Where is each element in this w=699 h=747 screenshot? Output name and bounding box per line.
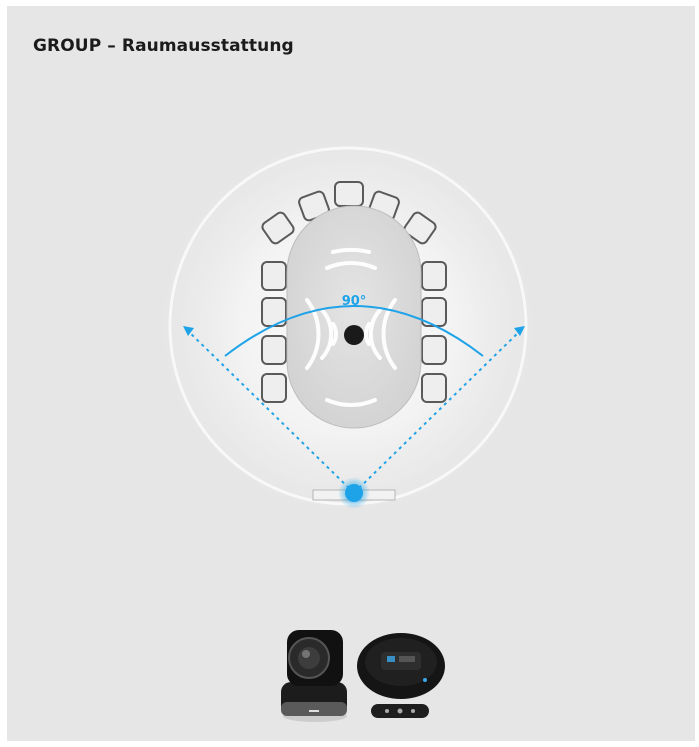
chair bbox=[261, 373, 287, 403]
chair bbox=[261, 261, 287, 291]
chair bbox=[334, 181, 364, 207]
chair bbox=[261, 335, 287, 365]
room-setup-card: GROUP – Raumausstattung 90° bbox=[7, 6, 695, 741]
speakerphone-icon bbox=[344, 325, 364, 345]
camera-dot bbox=[345, 484, 363, 502]
fov-angle-label: 90° bbox=[342, 294, 367, 309]
conference-table bbox=[286, 205, 422, 429]
page: GROUP – Raumausstattung 90° bbox=[0, 0, 699, 747]
remote-icon bbox=[371, 704, 429, 718]
chair bbox=[421, 373, 447, 403]
camera-icon bbox=[281, 630, 347, 722]
speakerphone-hub-icon bbox=[357, 633, 445, 699]
chair bbox=[421, 335, 447, 365]
product-images bbox=[281, 630, 445, 722]
chair bbox=[421, 261, 447, 291]
